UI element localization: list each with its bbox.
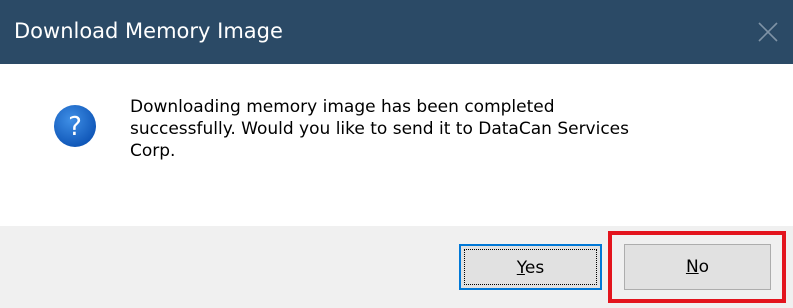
svg-text:?: ? <box>68 112 82 142</box>
window-title: Download Memory Image <box>14 19 283 43</box>
highlight-annotation <box>608 231 786 303</box>
close-button[interactable] <box>743 0 793 64</box>
dialog-window: Download Memory Image ? Downloading memo… <box>0 0 793 308</box>
close-icon <box>758 22 778 42</box>
yes-button[interactable]: Yes <box>459 244 602 290</box>
title-bar[interactable]: Download Memory Image <box>0 0 793 64</box>
dialog-message: Downloading memory image has been comple… <box>130 97 630 161</box>
focus-rectangle <box>464 249 597 285</box>
question-icon: ? <box>53 104 97 148</box>
